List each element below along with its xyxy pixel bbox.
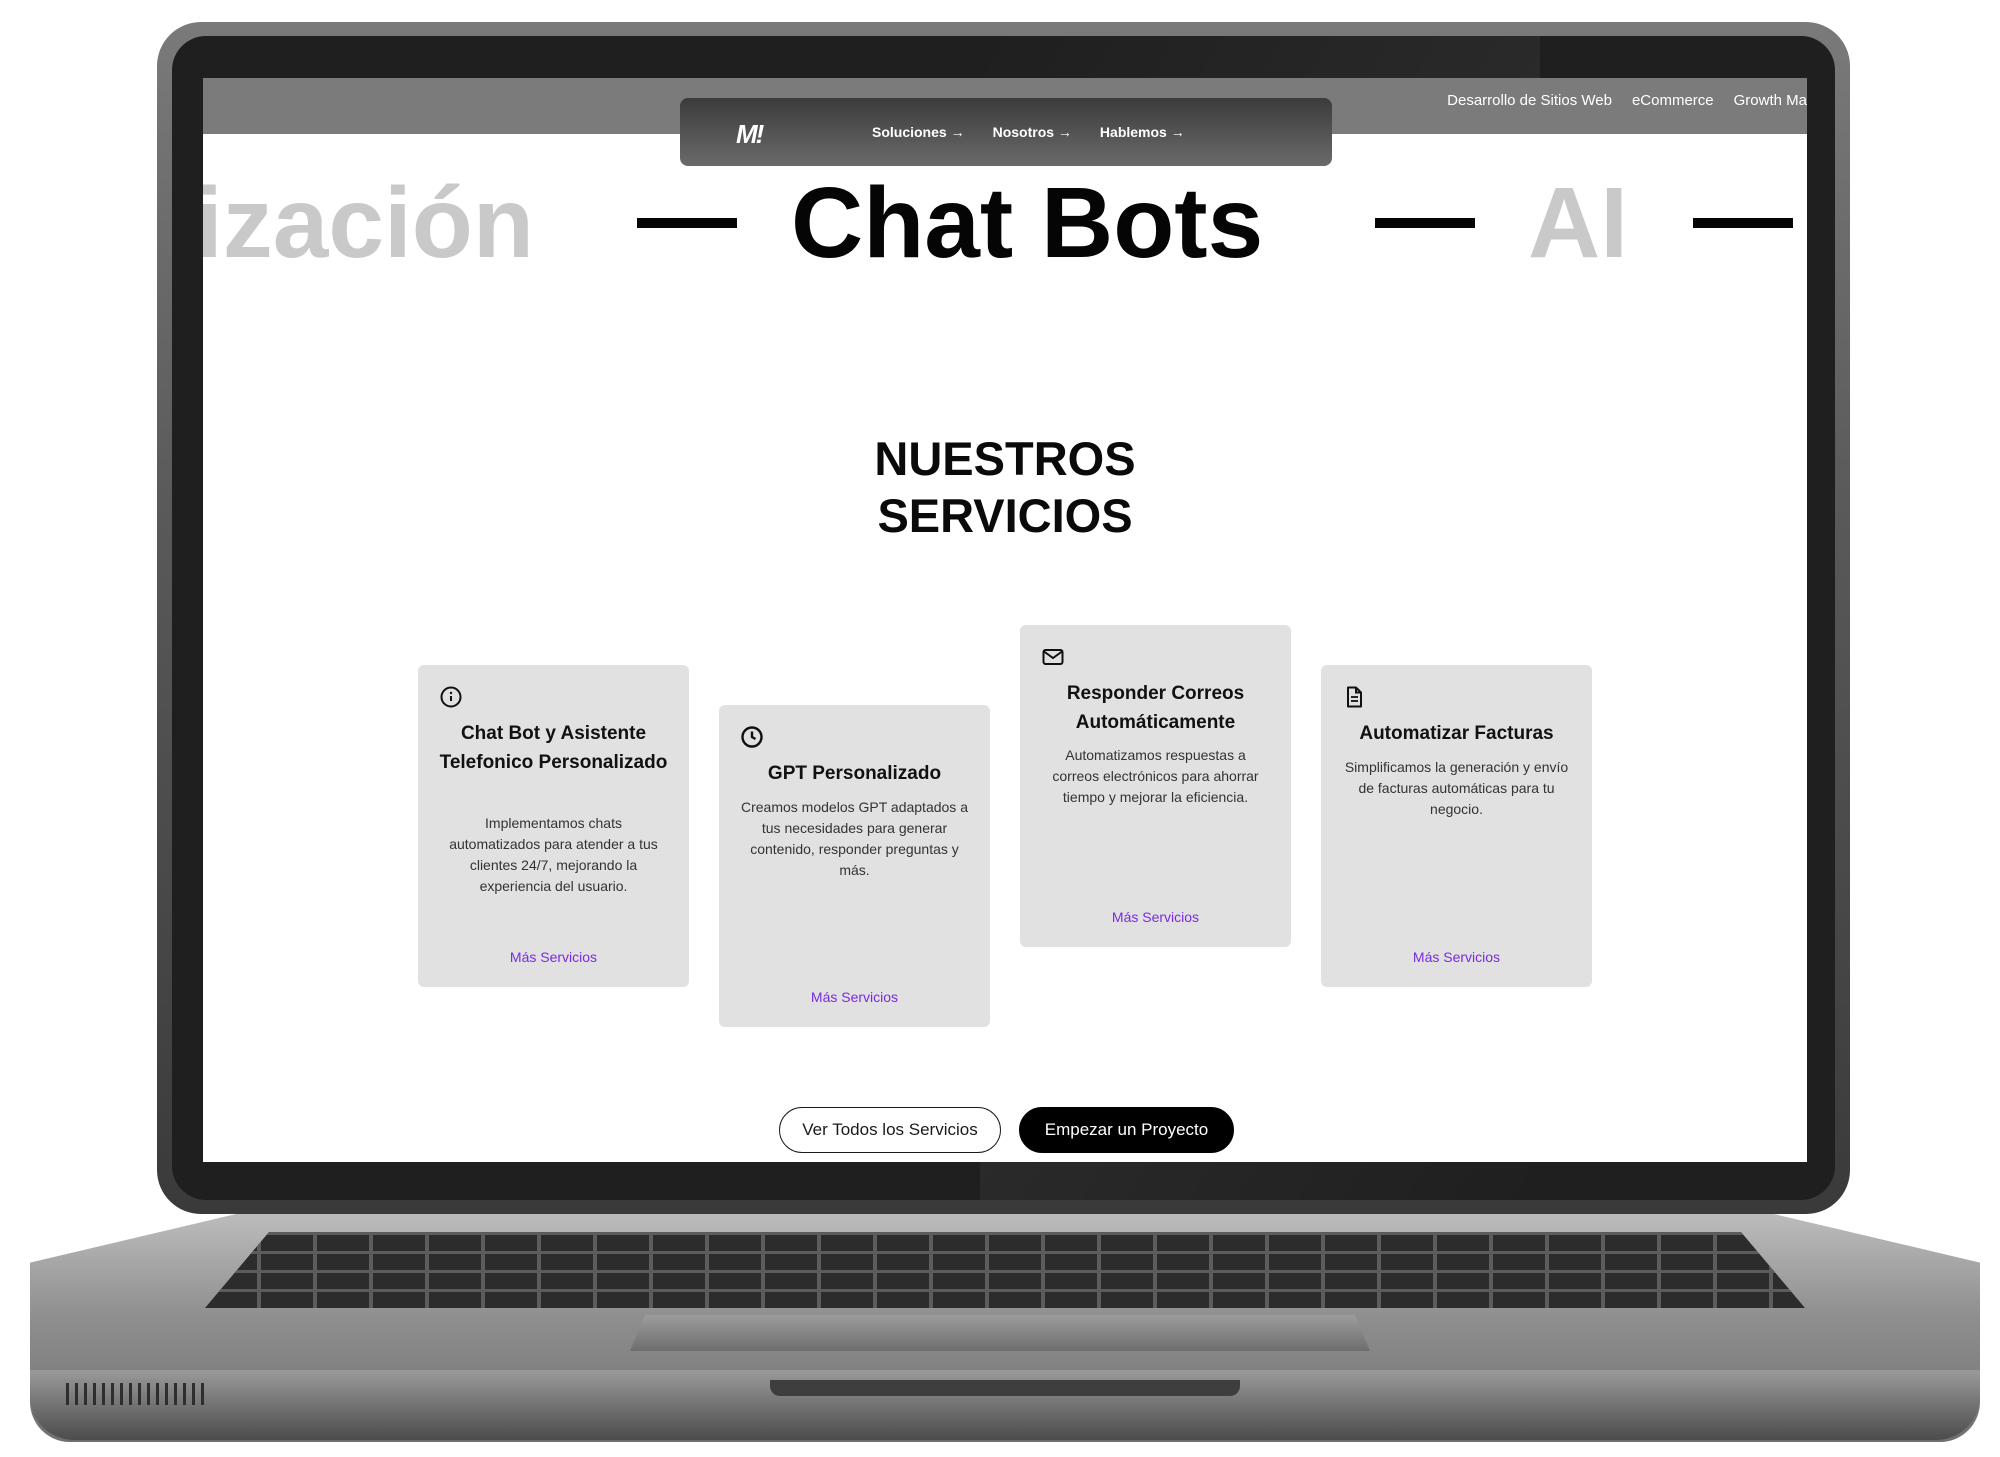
service-card-email[interactable]: Responder Correos Automáticamente Automa…: [1020, 625, 1291, 947]
top-link-web-development[interactable]: Desarrollo de Sitios Web: [1447, 92, 1612, 109]
main-navbar: M! Soluciones → Nosotros → Hablemos →: [680, 98, 1332, 166]
start-project-button[interactable]: Empezar un Proyecto: [1019, 1107, 1234, 1153]
top-link-ecommerce[interactable]: eCommerce: [1632, 92, 1714, 109]
section-title-line2: SERVICIOS: [877, 489, 1133, 542]
card-title: Automatizar Facturas: [1359, 723, 1554, 744]
marquee-dash: [637, 218, 737, 228]
card-title: Chat Bot y Asistente Telefonico Personal…: [439, 723, 668, 773]
marquee-banner: ización Chat Bots AI: [203, 168, 1807, 278]
card-more-services-link[interactable]: Más Servicios: [1321, 949, 1592, 965]
card-more-services-link[interactable]: Más Servicios: [1020, 909, 1291, 925]
top-link-growth-marketing[interactable]: Growth Ma: [1734, 92, 1807, 109]
card-more-services-link[interactable]: Más Servicios: [719, 989, 990, 1005]
card-description: Simplificamos la generación y envío de f…: [1344, 759, 1569, 817]
laptop-vent: [66, 1383, 206, 1405]
nav-menu: Soluciones → Nosotros → Hablemos →: [872, 124, 1185, 140]
marquee-text-left: ización: [203, 167, 534, 279]
info-circle-icon: [440, 686, 462, 708]
section-title: NUESTROS SERVICIOS: [203, 430, 1807, 544]
view-all-services-button[interactable]: Ver Todos los Servicios: [779, 1107, 1001, 1153]
card-more-services-link[interactable]: Más Servicios: [418, 949, 689, 965]
laptop-keyboard: [205, 1232, 1805, 1308]
card-description: Implementamos chats automatizados para a…: [449, 815, 658, 894]
nav-item-hablemos[interactable]: Hablemos →: [1100, 124, 1185, 140]
mail-icon: [1042, 649, 1064, 665]
laptop-notch: [770, 1380, 1240, 1396]
clock-icon: [741, 726, 763, 748]
service-card-chatbot[interactable]: Chat Bot y Asistente Telefonico Personal…: [418, 665, 689, 987]
section-title-line1: NUESTROS: [874, 432, 1136, 485]
card-description: Creamos modelos GPT adaptados a tus nece…: [741, 799, 968, 878]
document-icon: [1347, 686, 1362, 708]
service-card-invoices[interactable]: Automatizar Facturas Simplificamos la ge…: [1321, 665, 1592, 987]
marquee-dash: [1693, 218, 1793, 228]
card-title: GPT Personalizado: [767, 763, 942, 784]
top-links: Desarrollo de Sitios Web eCommerce Growt…: [1447, 92, 1807, 109]
site-logo[interactable]: M!: [736, 119, 764, 150]
nav-item-soluciones[interactable]: Soluciones →: [872, 124, 965, 140]
browser-viewport: Desarrollo de Sitios Web eCommerce Growt…: [203, 78, 1807, 1162]
marquee-text-right: AI: [1528, 167, 1628, 279]
card-description: Automatizamos respuestas a correos elect…: [1052, 747, 1259, 805]
service-card-gpt[interactable]: GPT Personalizado Creamos modelos GPT ad…: [719, 705, 990, 1027]
marquee-text-center: Chat Bots: [791, 167, 1264, 279]
nav-item-nosotros[interactable]: Nosotros →: [993, 124, 1072, 140]
card-title: Responder Correos Automáticamente: [1066, 683, 1245, 733]
laptop-trackpad: [630, 1315, 1370, 1351]
marquee-dash: [1375, 218, 1475, 228]
